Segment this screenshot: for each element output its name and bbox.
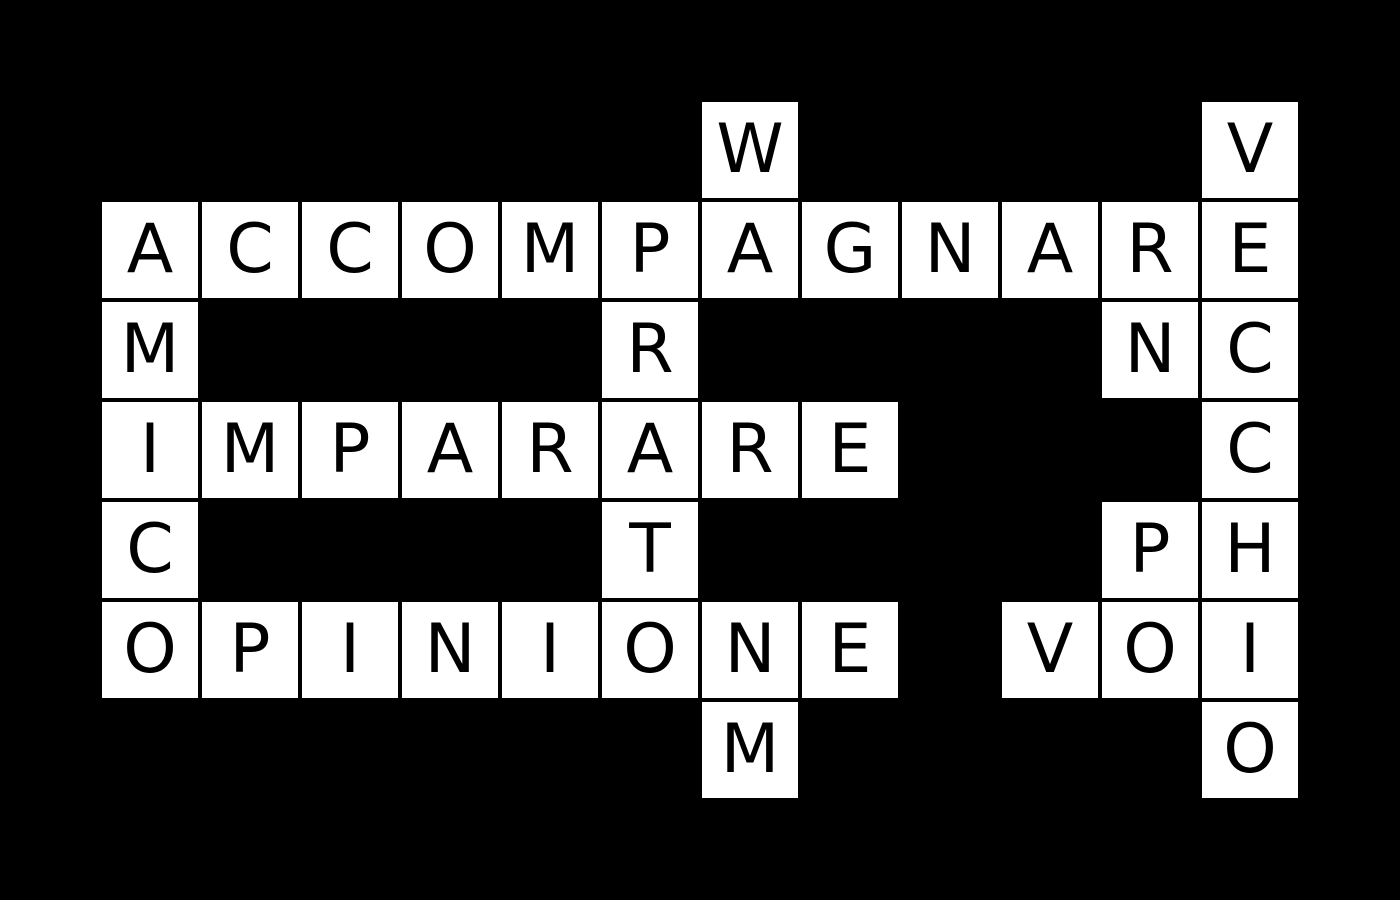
crossword-cell: A xyxy=(602,402,698,498)
crossword-cell: I xyxy=(1202,602,1298,698)
crossword-cell: E xyxy=(1202,202,1298,298)
crossword-cell: N xyxy=(402,602,498,698)
crossword-cell: A xyxy=(402,402,498,498)
crossword-cell: P xyxy=(202,602,298,698)
crossword-cell: N xyxy=(702,602,798,698)
crossword-cell: G xyxy=(802,202,898,298)
crossword-cell: M xyxy=(102,302,198,398)
crossword-cell: C xyxy=(1202,402,1298,498)
crossword-cell: C xyxy=(1202,302,1298,398)
crossword-cell: R xyxy=(702,402,798,498)
crossword-cell: C xyxy=(302,202,398,298)
crossword-cell: N xyxy=(1102,302,1198,398)
crossword-grid: WVACCOMPAGNAREMRNCIMPARARECCTPHOPINIONEV… xyxy=(0,0,1400,900)
crossword-cell: M xyxy=(502,202,598,298)
crossword-cell: O xyxy=(1202,702,1298,798)
crossword-cell: M xyxy=(702,702,798,798)
crossword-cell: P xyxy=(302,402,398,498)
crossword-cell: I xyxy=(102,402,198,498)
crossword-cell: A xyxy=(1002,202,1098,298)
crossword-cell: O xyxy=(1102,602,1198,698)
crossword-cell: C xyxy=(102,502,198,598)
crossword-cell: R xyxy=(1102,202,1198,298)
crossword-cell: A xyxy=(102,202,198,298)
crossword-cell: W xyxy=(702,102,798,198)
crossword-cell: I xyxy=(502,602,598,698)
crossword-cell: O xyxy=(602,602,698,698)
crossword-cell: R xyxy=(502,402,598,498)
crossword-cell: O xyxy=(402,202,498,298)
crossword-cell: T xyxy=(602,502,698,598)
crossword-cell: C xyxy=(202,202,298,298)
crossword-cell: P xyxy=(602,202,698,298)
crossword-cell: E xyxy=(802,602,898,698)
crossword-cell: N xyxy=(902,202,998,298)
crossword-cell: R xyxy=(602,302,698,398)
crossword-cell: H xyxy=(1202,502,1298,598)
crossword-cell: E xyxy=(802,402,898,498)
crossword-cell: O xyxy=(102,602,198,698)
crossword-cell: M xyxy=(202,402,298,498)
crossword-cell: V xyxy=(1202,102,1298,198)
crossword-cell: I xyxy=(302,602,398,698)
crossword-cell: V xyxy=(1002,602,1098,698)
crossword-cell: P xyxy=(1102,502,1198,598)
crossword-cell: A xyxy=(702,202,798,298)
